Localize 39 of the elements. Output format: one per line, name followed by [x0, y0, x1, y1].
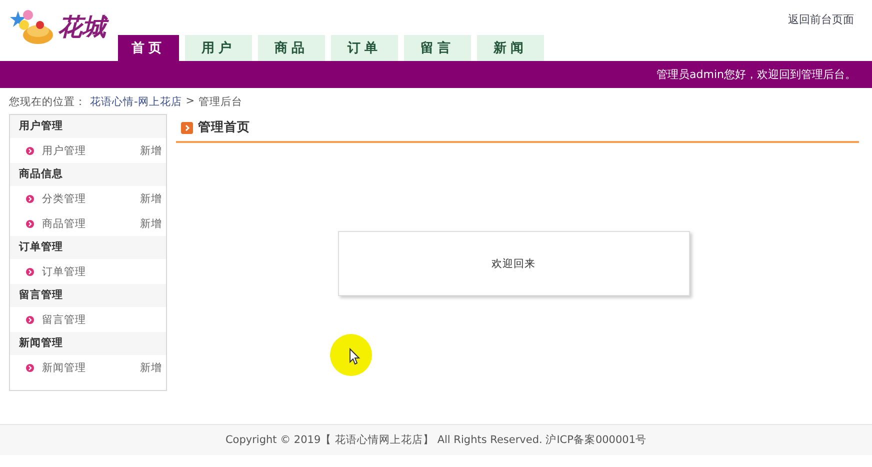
sidebar-item[interactable]: 留言管理 — [42, 312, 162, 326]
add-link[interactable]: 新增 — [140, 192, 162, 206]
add-link[interactable]: 新增 — [140, 144, 162, 158]
sidebar-item[interactable]: 新闻管理 — [42, 360, 140, 374]
bullet-arrow-icon — [26, 268, 34, 276]
section-title: 管理首页 — [198, 119, 250, 136]
breadcrumb-label: 您现在的位置： — [9, 95, 86, 110]
sidebar-group-title: 订单管理 — [10, 236, 166, 259]
breadcrumb-current: 管理后台 — [198, 95, 243, 110]
bullet-arrow-icon — [26, 364, 34, 372]
sidebar-group-title: 用户管理 — [10, 115, 166, 138]
bullet-arrow-icon — [26, 220, 34, 228]
sidebar-group-title: 留言管理 — [10, 284, 166, 307]
add-link[interactable]: 新增 — [140, 216, 162, 230]
sidebar-item[interactable]: 订单管理 — [42, 264, 162, 278]
greeting-text: 管理员admin您好，欢迎回到管理后台。 — [656, 67, 856, 82]
bullet-arrow-icon — [26, 194, 34, 202]
sidebar-item[interactable]: 分类管理 — [42, 192, 140, 206]
nav-tab[interactable]: 首页 — [118, 35, 179, 61]
sidebar-item[interactable]: 用户管理 — [42, 144, 140, 158]
welcome-message: 欢迎回来 — [492, 256, 536, 270]
bullet-arrow-icon — [26, 146, 34, 154]
flower-gift-icon — [10, 7, 54, 47]
breadcrumb-link[interactable]: 花语心情-网上花店 — [90, 95, 182, 112]
sidebar-group-title: 商品信息 — [10, 163, 166, 186]
bullet-arrow-icon — [26, 316, 34, 324]
nav-tab[interactable]: 商品 — [258, 35, 325, 61]
nav-tab[interactable]: 用户 — [185, 35, 252, 61]
back-to-front-link[interactable]: 返回前台页面 — [788, 12, 854, 27]
sidebar-item[interactable]: 商品管理 — [42, 216, 140, 230]
arrow-square-icon — [181, 122, 193, 134]
nav-tab[interactable]: 订单 — [331, 35, 398, 61]
nav-tab[interactable]: 留言 — [404, 35, 471, 61]
add-link[interactable]: 新增 — [140, 360, 162, 374]
cursor-icon — [330, 334, 372, 376]
nav-tab[interactable]: 新闻 — [477, 35, 544, 61]
copyright-text: Copyright © 2019【 花语心情网上花店】 All Rights Reserved. 沪ICP备案000001号 — [225, 433, 647, 447]
sidebar-group-title: 新闻管理 — [10, 332, 166, 355]
breadcrumb-separator: > — [186, 95, 195, 109]
